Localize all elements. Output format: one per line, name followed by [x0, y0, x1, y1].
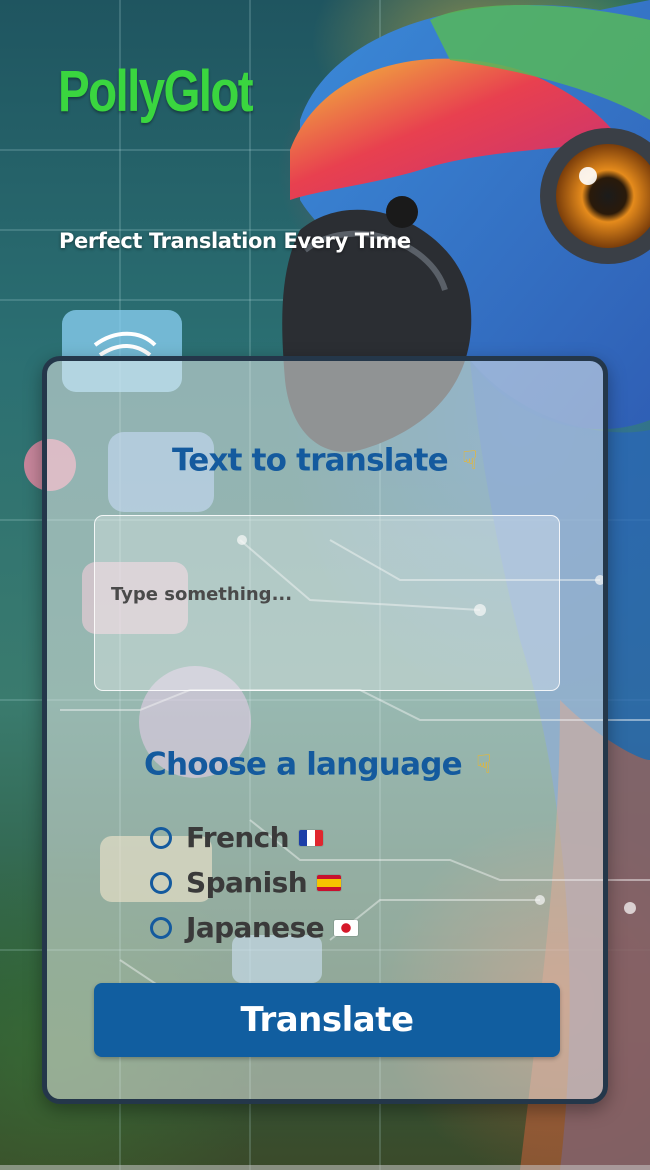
text-to-translate-input[interactable]	[94, 515, 560, 691]
tagline: Perfect Translation Every Time	[59, 229, 411, 253]
language-option-japanese[interactable]: Japanese	[150, 905, 450, 950]
horizontal-scrollbar[interactable]	[0, 1165, 650, 1170]
translate-button[interactable]: Translate	[94, 983, 560, 1057]
radio-french[interactable]	[150, 826, 172, 849]
flag-france-icon	[299, 829, 323, 846]
translation-card: Text to translate ☟ Choose a language ☟ Fr…	[42, 356, 608, 1104]
text-to-translate-heading: Text to translate ☟	[172, 441, 478, 479]
language-label-spanish: Spanish	[186, 866, 308, 899]
point-down-icon: ☟	[475, 749, 492, 780]
language-option-spanish[interactable]: Spanish	[150, 860, 450, 905]
flag-spain-icon	[317, 874, 342, 891]
app-title: PollyGlot	[58, 59, 254, 124]
language-option-french[interactable]: French	[150, 815, 450, 860]
language-label-japanese: Japanese	[186, 911, 325, 944]
choose-language-heading-label: Choose a language	[144, 746, 463, 783]
radio-japanese[interactable]	[150, 916, 172, 939]
radio-spanish[interactable]	[150, 871, 172, 894]
point-down-icon: ☟	[461, 445, 478, 476]
choose-language-heading: Choose a language ☟	[144, 745, 492, 783]
text-to-translate-heading-label: Text to translate	[172, 442, 449, 479]
language-options: French Spanish Japanese	[150, 815, 450, 950]
language-label-french: French	[186, 821, 290, 854]
flag-japan-icon	[334, 919, 359, 936]
